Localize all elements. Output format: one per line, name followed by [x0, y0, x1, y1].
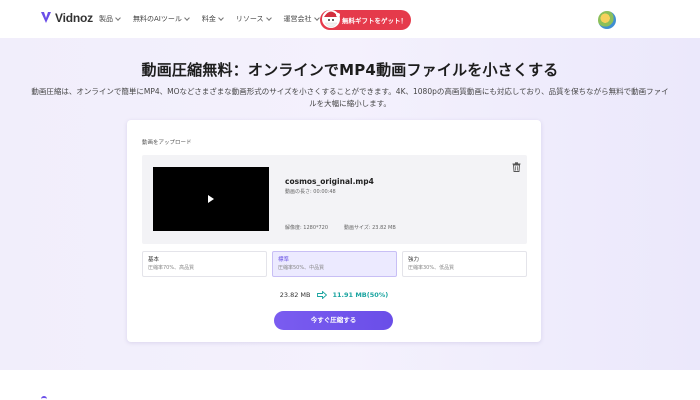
page-title: 動画圧縮無料：オンラインでMP4動画ファイルを小さくする — [141, 61, 559, 79]
video-preview[interactable] — [153, 167, 269, 231]
nav-label: リソース — [235, 15, 264, 23]
santa-gift-icon — [322, 10, 340, 28]
vidnoz-logo[interactable]: Vidnoz — [40, 11, 93, 25]
promo-label: 無料ギフトをゲット！ — [342, 17, 407, 25]
hero-section: 動画圧縮無料：オンラインでMP4動画ファイルを小さくする 動画圧縮は、オンライン… — [0, 38, 700, 370]
nav-label: 無料のAIツール — [133, 15, 182, 23]
nav-label: 製品 — [99, 15, 113, 23]
main-nav: 製品 無料のAIツール 料金 リソース 運営会社 — [99, 14, 332, 24]
file-name: cosmos_original.mp4 — [285, 177, 374, 186]
option-subtitle: 圧縮率50%、中品質 — [278, 265, 325, 271]
nav-label: 運営会社 — [283, 15, 312, 23]
arrow-right-icon — [316, 291, 327, 299]
nav-item-resources[interactable]: リソース — [235, 14, 272, 24]
upload-label: 動画をアップロード — [142, 140, 192, 146]
chevron-down-icon — [313, 15, 320, 21]
nav-item-company[interactable]: 運営会社 — [283, 14, 320, 24]
play-icon[interactable] — [208, 195, 214, 203]
nav-item-pricing[interactable]: 料金 — [201, 14, 224, 24]
chevron-down-icon — [265, 15, 272, 21]
option-title: 標準 — [278, 257, 290, 263]
user-avatar[interactable] — [598, 11, 616, 29]
top-header: Vidnoz 製品 無料のAIツール 料金 リソース 運営会社 無料ギフトをゲッ… — [0, 0, 700, 38]
option-strong[interactable]: 強力 圧縮率30%、低品質 — [402, 251, 527, 277]
compressed-size: 11.91 MB(50%) — [332, 291, 389, 299]
option-title: 強力 — [408, 257, 420, 263]
compress-now-button[interactable]: 今すぐ圧縮する — [274, 311, 393, 330]
option-title: 基本 — [148, 257, 160, 263]
compressor-card: 動画をアップロード cosmos_original.mp4 動画の長さ: 00:… — [127, 120, 541, 342]
compression-options: 基本 圧縮率70%、高品質 標準 圧縮率50%、中品質 強力 圧縮率30%、低品… — [142, 251, 527, 277]
trash-icon[interactable] — [512, 162, 521, 172]
option-subtitle: 圧縮率30%、低品質 — [408, 265, 455, 271]
logo-text: Vidnoz — [55, 11, 93, 25]
nav-label: 料金 — [201, 15, 216, 23]
option-basic[interactable]: 基本 圧縮率70%、高品質 — [142, 251, 267, 277]
video-panel: cosmos_original.mp4 動画の長さ: 00:00:48 解像度:… — [142, 155, 527, 244]
chevron-down-icon — [184, 15, 190, 21]
free-gift-button[interactable]: 無料ギフトをゲット！ — [320, 10, 411, 30]
video-size: 動画サイズ: 23.82 MB — [344, 225, 396, 231]
section-marker-icon — [41, 396, 47, 400]
original-size: 23.82 MB — [279, 291, 311, 299]
size-result: 23.82 MB 11.91 MB(50%) — [127, 291, 541, 299]
page-description: 動画圧縮は、オンラインで簡単にMP4、MOなどさまざまな動画形式のサイズを小さく… — [31, 87, 669, 108]
option-standard[interactable]: 標準 圧縮率50%、中品質 — [272, 251, 397, 277]
chevron-down-icon — [218, 15, 224, 21]
option-subtitle: 圧縮率70%、高品質 — [148, 265, 195, 271]
logo-mark-icon — [41, 12, 51, 23]
video-resolution: 解像度: 1280*720 — [285, 225, 329, 231]
chevron-down-icon — [115, 15, 121, 21]
next-section — [0, 370, 700, 400]
nav-item-free-ai-tools[interactable]: 無料のAIツール — [133, 14, 190, 24]
nav-item-products[interactable]: 製品 — [99, 14, 121, 24]
video-duration: 動画の長さ: 00:00:48 — [285, 189, 336, 195]
